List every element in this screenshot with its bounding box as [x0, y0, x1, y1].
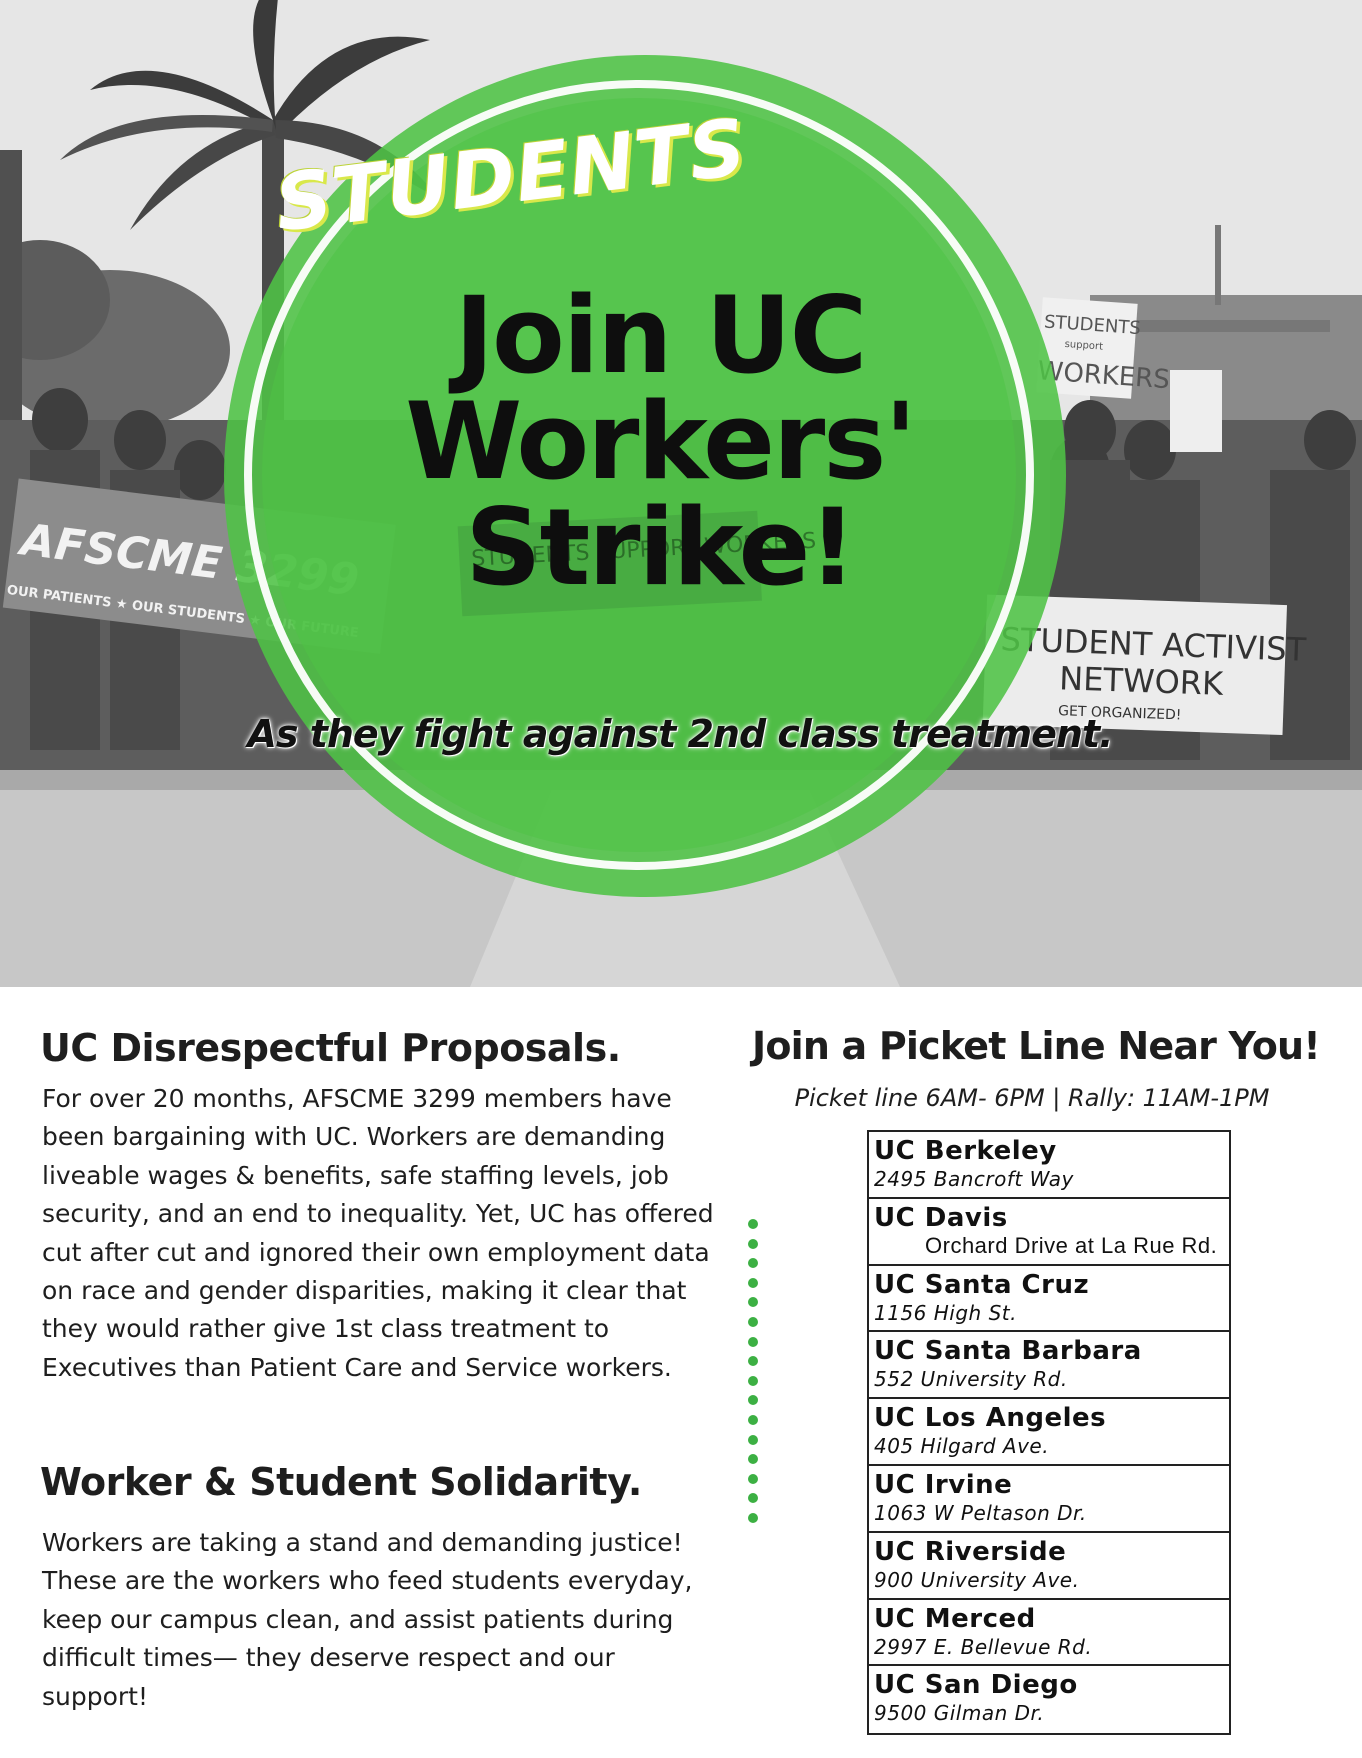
proposals-title: UC Disrespectful Proposals.	[40, 1026, 621, 1070]
campus-name: UC Davis	[874, 1202, 1008, 1233]
campus-name: UC Santa Barbara	[874, 1336, 1142, 1367]
solidarity-line: keep our campus clean, and assist patien…	[42, 1604, 674, 1634]
divider-dot	[748, 1297, 758, 1308]
campus-address: 1156 High St.	[874, 1300, 1017, 1325]
proposals-body: For over 20 months, AFSCME 3299 members …	[42, 1080, 714, 1387]
solidarity-line: difficult times— they deserve respect an…	[42, 1643, 615, 1673]
campus-row: UC Los Angeles 405 Hilgard Ave.	[869, 1399, 1229, 1466]
divider-dot	[748, 1375, 758, 1386]
proposals-line: been bargaining with UC. Workers are dem…	[42, 1122, 666, 1152]
campus-row: UC Santa Cruz 1156 High St.	[869, 1266, 1229, 1333]
campus-row: UC Davis Orchard Drive at La Rue Rd.	[869, 1199, 1229, 1266]
proposals-line: cut after cut and ignored their own empl…	[42, 1237, 710, 1267]
campus-address: 405 Hilgard Ave.	[874, 1434, 1050, 1459]
campus-address: 9500 Gilman Dr.	[874, 1701, 1045, 1726]
solidarity-line: These are the workers who feed students …	[42, 1566, 693, 1596]
campus-address: 2495 Bancroft Way	[874, 1167, 1074, 1191]
divider-dot	[748, 1336, 758, 1347]
solidarity-line: support!	[42, 1681, 149, 1711]
proposals-line: on race and gender disparities, making i…	[42, 1276, 687, 1306]
divider-dot	[748, 1317, 758, 1327]
campus-row: UC Santa Barbara 552 University Rd.	[869, 1332, 1229, 1400]
divider-dot	[748, 1513, 758, 1523]
campus-address: 900 University Ave.	[874, 1567, 1080, 1592]
headline-line-1: Join UC	[454, 274, 868, 397]
solidarity-title: Worker & Student Solidarity.	[40, 1460, 642, 1504]
campus-name: UC Riverside	[874, 1536, 1067, 1567]
campus-row: UC San Diego 9500 Gilman Dr.	[869, 1666, 1229, 1733]
headline: Join UC Workers' Strike!	[330, 283, 990, 601]
campus-name: UC Merced	[874, 1603, 1036, 1634]
divider-dot	[748, 1238, 758, 1249]
campus-address: 2997 E. Bellevue Rd.	[874, 1634, 1093, 1659]
divider-dot	[748, 1395, 758, 1406]
campus-table: UC Berkeley 2495 Bancroft Way UC Davis O…	[867, 1130, 1231, 1736]
campus-name: UC Santa Cruz	[874, 1269, 1090, 1300]
proposals-line: liveable wages & benefits, safe staffing…	[42, 1160, 669, 1190]
dotted-divider	[748, 1219, 762, 1529]
divider-dot	[748, 1277, 758, 1288]
proposals-line: Executives than Patient Care and Service…	[42, 1352, 672, 1382]
campus-address: Orchard Drive at La Rue Rd.	[925, 1232, 1218, 1258]
solidarity-line: Workers are taking a stand and demanding…	[42, 1528, 683, 1557]
solidarity-body: Workers are taking a stand and demanding…	[42, 1524, 692, 1716]
campus-address: 1063 W Peltason Dr.	[874, 1500, 1087, 1525]
divider-dot	[748, 1415, 758, 1425]
headline-line-3: Strike!	[465, 486, 857, 609]
divider-dot	[748, 1434, 758, 1445]
campus-row: UC Merced 2997 E. Bellevue Rd.	[869, 1600, 1229, 1667]
proposals-line: they would rather give 1st class treatme…	[42, 1314, 610, 1344]
campus-address: 552 University Rd.	[874, 1367, 1068, 1392]
picket-hours: Picket line 6AM- 6PM | Rally: 11AM-1PM	[794, 1084, 1270, 1112]
proposals-line: security, and an end to inequality. Yet,…	[42, 1199, 714, 1229]
campus-row: UC Berkeley 2495 Bancroft Way	[869, 1132, 1229, 1199]
hero-banner: AFSCME 3299 OUR PATIENTS ★ OUR STUDENTS …	[0, 0, 1362, 987]
divider-dot	[748, 1493, 758, 1504]
divider-dot	[748, 1258, 758, 1269]
picket-title: Join a Picket Line Near You!	[752, 1024, 1321, 1068]
divider-dot	[748, 1356, 758, 1367]
headline-line-2: Workers'	[405, 380, 917, 503]
proposals-line: For over 20 months, AFSCME 3299 members …	[42, 1084, 672, 1113]
campus-row: UC Irvine 1063 W Peltason Dr.	[869, 1466, 1229, 1533]
campus-name: UC Los Angeles	[874, 1403, 1107, 1434]
campus-row: UC Riverside 900 University Ave.	[869, 1533, 1229, 1600]
divider-dot	[748, 1454, 758, 1465]
campus-name: UC Berkeley	[874, 1136, 1057, 1166]
subhead: As they fight against 2nd class treatmen…	[247, 712, 1113, 756]
campus-name: UC San Diego	[874, 1670, 1078, 1701]
campus-name: UC Irvine	[874, 1469, 1013, 1500]
divider-dot	[748, 1219, 758, 1229]
divider-dot	[748, 1473, 758, 1484]
